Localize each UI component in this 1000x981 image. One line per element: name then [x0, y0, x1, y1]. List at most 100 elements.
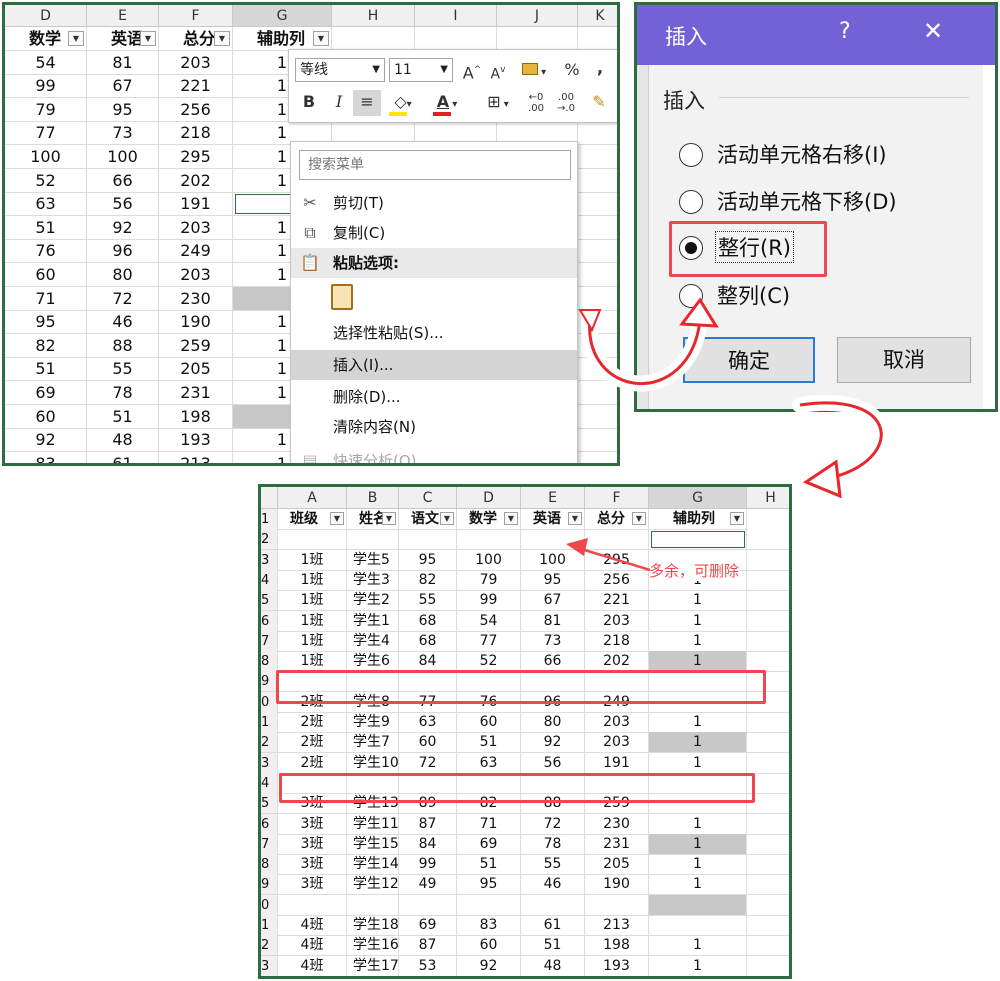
- table-cell[interactable]: 学生10: [347, 752, 399, 774]
- table-cell[interactable]: 193: [585, 955, 649, 976]
- column-header-b[interactable]: B: [347, 487, 399, 509]
- table-cell[interactable]: 1: [649, 590, 747, 612]
- table-cell[interactable]: 66: [521, 651, 585, 673]
- empty-cell[interactable]: [578, 428, 617, 453]
- empty-cell[interactable]: [578, 310, 617, 335]
- table-cell[interactable]: 100: [5, 145, 87, 169]
- table-cell[interactable]: 83: [5, 451, 87, 463]
- row-header[interactable]: 8: [261, 651, 278, 673]
- table-cell[interactable]: 78: [87, 381, 159, 405]
- row-header[interactable]: 8: [261, 854, 278, 876]
- row-header[interactable]: 2: [261, 732, 278, 754]
- empty-cell[interactable]: [415, 27, 497, 51]
- row-header[interactable]: 1: [261, 712, 278, 733]
- empty-cell[interactable]: [578, 169, 617, 193]
- chevron-down-icon[interactable]: ▼: [372, 59, 380, 81]
- font-color-button[interactable]: A ▾: [429, 90, 465, 116]
- column-header-a[interactable]: A: [278, 487, 347, 509]
- filter-dropdown-icon[interactable]: ▼: [214, 31, 230, 46]
- empty-cell[interactable]: [578, 192, 617, 217]
- column-header-j[interactable]: J: [497, 5, 578, 27]
- table-cell[interactable]: 83: [457, 915, 521, 936]
- table-cell[interactable]: 56: [87, 192, 159, 217]
- filter-dropdown-icon[interactable]: ▼: [568, 512, 582, 525]
- table-cell[interactable]: 71: [457, 813, 521, 835]
- table-cell[interactable]: 256: [159, 97, 233, 122]
- column-header-f[interactable]: F: [159, 5, 233, 27]
- table-cell[interactable]: 203: [159, 50, 233, 75]
- table-cell[interactable]: 202: [585, 651, 649, 673]
- table-cell[interactable]: [521, 529, 585, 551]
- table-cell[interactable]: 51: [457, 732, 521, 754]
- filter-dropdown-icon[interactable]: ▼: [440, 512, 454, 525]
- table-cell[interactable]: 190: [159, 310, 233, 335]
- table-cell[interactable]: 52: [5, 168, 87, 193]
- empty-cell[interactable]: [578, 216, 617, 240]
- select-all-corner[interactable]: [261, 487, 278, 509]
- table-cell[interactable]: 61: [521, 915, 585, 936]
- font-size-box[interactable]: 11 ▼: [389, 58, 453, 82]
- table-cell[interactable]: [585, 529, 649, 551]
- borders-button[interactable]: ⊞ ▾: [481, 90, 515, 116]
- table-cell[interactable]: 78: [521, 833, 585, 855]
- empty-cell[interactable]: [497, 27, 578, 51]
- table-cell[interactable]: 72: [399, 752, 457, 774]
- table-cell[interactable]: 230: [585, 813, 649, 835]
- table-cell[interactable]: 1班: [278, 630, 347, 652]
- table-cell[interactable]: 203: [585, 732, 649, 754]
- table-cell[interactable]: 4班: [278, 935, 347, 957]
- header-cell[interactable]: 姓名 ▼: [347, 509, 399, 530]
- table-cell[interactable]: 73: [521, 630, 585, 652]
- radio-shift-down[interactable]: [679, 190, 703, 214]
- help-button[interactable]: ?: [839, 19, 851, 44]
- table-cell[interactable]: 205: [159, 357, 233, 382]
- table-cell[interactable]: 95: [521, 569, 585, 591]
- empty-cell[interactable]: [747, 956, 789, 976]
- radio-label-shift-down[interactable]: 活动单元格下移(D): [717, 186, 897, 216]
- radio-shift-right[interactable]: [679, 143, 703, 167]
- paste-option-button[interactable]: [291, 280, 577, 316]
- empty-cell[interactable]: [747, 712, 789, 733]
- table-cell[interactable]: 1: [649, 955, 747, 976]
- empty-cell[interactable]: [747, 915, 789, 936]
- empty-cell[interactable]: [747, 854, 789, 876]
- table-cell[interactable]: 84: [399, 833, 457, 855]
- table-cell[interactable]: 2班: [278, 712, 347, 733]
- table-cell[interactable]: 60: [5, 404, 87, 429]
- empty-cell[interactable]: [747, 590, 789, 612]
- table-cell[interactable]: 54: [457, 610, 521, 632]
- table-cell[interactable]: 81: [521, 610, 585, 632]
- table-cell[interactable]: 190: [585, 874, 649, 896]
- table-cell[interactable]: 82: [5, 333, 87, 358]
- table-cell[interactable]: [278, 529, 347, 551]
- menu-item-cut[interactable]: ✂ 剪切(T): [291, 188, 577, 218]
- table-cell[interactable]: 60: [5, 263, 87, 287]
- table-cell[interactable]: 77: [457, 630, 521, 652]
- table-cell[interactable]: 60: [399, 732, 457, 754]
- decrease-font-button[interactable]: Av: [487, 58, 509, 84]
- empty-cell[interactable]: [747, 895, 789, 916]
- table-cell[interactable]: 66: [87, 168, 159, 193]
- table-cell[interactable]: 4班: [278, 955, 347, 976]
- increase-font-button[interactable]: A^: [461, 58, 483, 84]
- row-header[interactable]: 5: [261, 793, 278, 815]
- table-cell[interactable]: 79: [5, 97, 87, 122]
- table-cell[interactable]: 46: [521, 874, 585, 896]
- table-cell[interactable]: 95: [87, 97, 159, 122]
- cancel-button[interactable]: 取消: [837, 337, 971, 383]
- fill-color-button[interactable]: ◇▾: [385, 90, 421, 116]
- table-cell[interactable]: 84: [399, 651, 457, 673]
- filter-dropdown-icon[interactable]: ▼: [330, 512, 344, 525]
- empty-cell[interactable]: [578, 263, 617, 287]
- table-cell[interactable]: [457, 894, 521, 916]
- table-cell[interactable]: 218: [159, 121, 233, 146]
- empty-cell[interactable]: [578, 287, 617, 311]
- table-cell[interactable]: 55: [521, 854, 585, 876]
- ok-button[interactable]: 确定: [683, 337, 815, 383]
- header-cell[interactable]: 英语 ▼: [87, 27, 159, 51]
- table-cell[interactable]: 1: [649, 610, 747, 632]
- table-cell[interactable]: 54: [5, 50, 87, 75]
- menu-search-input[interactable]: 搜索菜单: [299, 150, 571, 180]
- radio-label-shift-right[interactable]: 活动单元格右移(I): [717, 139, 887, 169]
- table-cell[interactable]: [649, 915, 747, 936]
